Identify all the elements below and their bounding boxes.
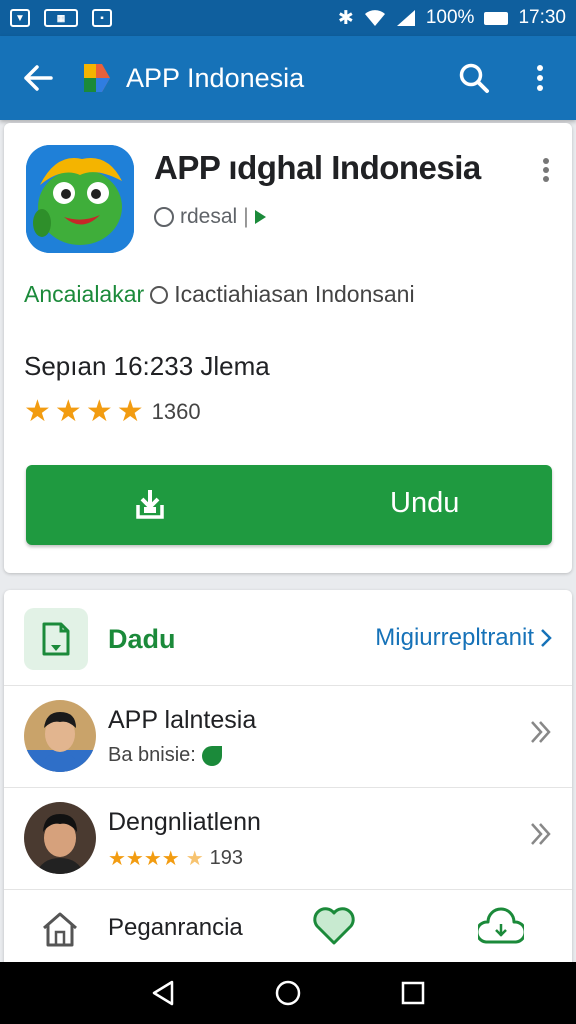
- heart-icon: [313, 907, 355, 945]
- back-button[interactable]: [16, 56, 60, 100]
- list-item-subtitle: 193: [209, 847, 244, 869]
- app-logo: [78, 60, 114, 96]
- nav-home-button[interactable]: [40, 910, 80, 953]
- system-status: ✱ 100% 17:30: [338, 7, 566, 30]
- app-name: APP ıdghal Indonesia: [154, 149, 481, 186]
- more-options-button[interactable]: [520, 58, 560, 98]
- download-icon: [136, 490, 164, 519]
- avatar: [24, 700, 96, 772]
- system-home-button[interactable]: [268, 973, 308, 1013]
- avatar: [24, 802, 96, 874]
- search-button[interactable]: [454, 58, 494, 98]
- home-circle-icon: [275, 980, 301, 1006]
- shield-icon: ▼: [10, 9, 30, 27]
- battery-percent: 100%: [425, 7, 475, 28]
- double-chevron-icon: [531, 721, 551, 743]
- list-item-rating-row: ★★★★ ★ 193: [108, 846, 243, 871]
- star-icon: ★: [85, 395, 113, 428]
- nav-cloud-button[interactable]: [475, 904, 527, 953]
- back-triangle-icon: [152, 980, 173, 1006]
- developer-name: rdesal: [180, 205, 238, 228]
- developer-link[interactable]: rdesal |: [154, 205, 266, 229]
- wifi-icon: [364, 10, 385, 26]
- install-button[interactable]: Undu: [26, 465, 552, 545]
- home-icon: [43, 912, 77, 947]
- recents-square-icon: [402, 981, 425, 1005]
- notification-icons: ▼ ▦ ▪: [10, 9, 112, 27]
- bluetooth-icon: ✱: [337, 7, 354, 29]
- card-more-button[interactable]: [534, 155, 558, 185]
- list-item-title: Dengnliatlenn: [108, 808, 261, 836]
- category-row: Ancaialakar Icactiahiasan Indonsani: [24, 281, 415, 308]
- release-info: Sepıan 16:233 Jlema: [24, 351, 270, 381]
- section-title: Dadu: [108, 624, 176, 654]
- nav-favorites-button[interactable]: [312, 906, 356, 951]
- star-half-icon: ★: [185, 848, 204, 870]
- info-icon: [150, 285, 169, 304]
- search-icon: [459, 63, 489, 93]
- leaf-icon: [201, 745, 222, 766]
- developer-icon: [154, 207, 174, 227]
- system-nav-bar: [0, 962, 576, 1024]
- more-vert-icon: [537, 65, 543, 91]
- briefcase-icon: ▪: [92, 9, 112, 27]
- back-arrow-icon: [24, 65, 53, 91]
- bottom-nav-label: Peganrancia: [108, 914, 243, 941]
- list-item[interactable]: Dengnliatlenn ★★★★ ★ 193: [4, 788, 572, 890]
- app-bar-actions: [454, 58, 560, 98]
- rating-row: ★ ★ ★ ★ 1360: [24, 397, 201, 427]
- list-item-subtitle-row: Ba bnisie:: [108, 744, 222, 767]
- system-recents-button[interactable]: [393, 973, 433, 1013]
- app-icon: [26, 145, 134, 253]
- battery-icon: [484, 11, 509, 25]
- status-bar: ▼ ▦ ▪ ✱ 100% 17:30: [0, 0, 576, 36]
- rating-count: 1360: [151, 399, 201, 424]
- clock: 17:30: [518, 7, 566, 28]
- app-detail-card: APP ıdghal Indonesia rdesal | Ancaialaka…: [4, 123, 572, 573]
- cloud-icon: [475, 907, 527, 944]
- list-item-title: APP lalntesia: [108, 706, 257, 734]
- star-icon: ★★★★: [108, 848, 180, 870]
- list-item-subtitle: Ba bnisie:: [108, 744, 196, 766]
- section-header: Dadu Migiurrepltranit: [4, 590, 572, 686]
- star-icon: ★: [24, 395, 51, 428]
- star-icon: ★: [116, 395, 144, 428]
- system-back-button[interactable]: [143, 973, 183, 1013]
- keyboard-icon: ▦: [44, 9, 78, 27]
- category-link[interactable]: Ancaialakar: [24, 281, 144, 308]
- install-label: Undu: [390, 487, 460, 519]
- play-icon: [254, 210, 266, 224]
- chevron-right-icon: [541, 629, 552, 647]
- signal-icon: [396, 10, 415, 26]
- bottom-nav: Peganrancia: [4, 890, 572, 970]
- section-see-more-link[interactable]: Migiurrepltranit: [375, 624, 552, 652]
- related-section-card: Dadu Migiurrepltranit APP lalntesia Ba b…: [4, 590, 572, 1024]
- double-chevron-icon: [531, 823, 551, 845]
- app-bar-title: APP Indonesia: [126, 62, 305, 93]
- category-subtitle: Icactiahiasan Indonsani: [174, 281, 415, 307]
- document-icon: [24, 608, 88, 670]
- star-icon: ★: [54, 395, 82, 428]
- list-item[interactable]: APP lalntesia Ba bnisie:: [4, 686, 572, 788]
- section-link-label: Migiurrepltranit: [375, 624, 534, 651]
- more-vert-icon: [543, 158, 549, 182]
- app-bar: APP Indonesia: [0, 36, 576, 120]
